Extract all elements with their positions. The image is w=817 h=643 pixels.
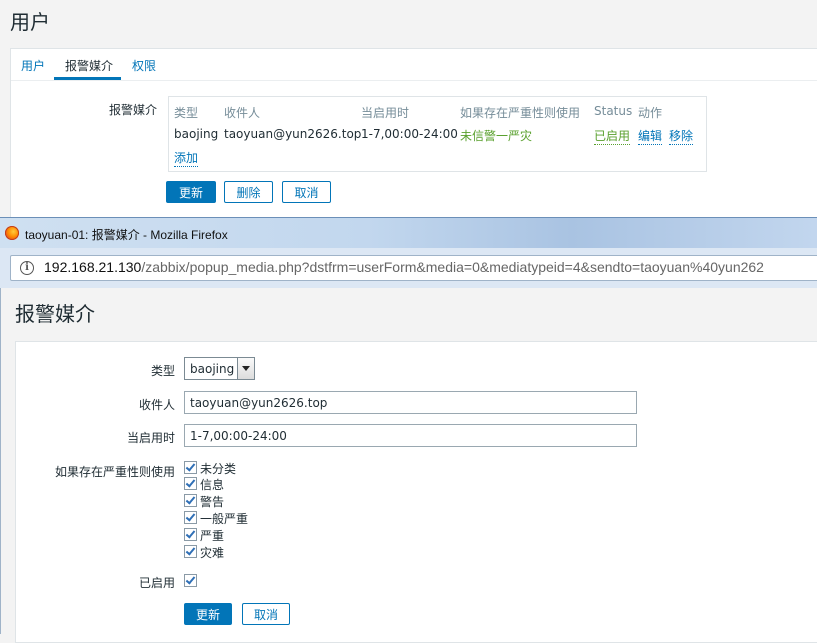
media-severity-cell: 未信警一严灾 bbox=[460, 129, 533, 143]
sendto-label: 收件人 bbox=[138, 398, 175, 412]
checkbox-checked-icon[interactable] bbox=[184, 477, 197, 490]
firefox-logo-icon bbox=[5, 226, 19, 240]
checkbox-checked-icon[interactable] bbox=[184, 528, 197, 541]
type-label: 类型 bbox=[150, 364, 175, 378]
tab-bar: 用户 报警媒介 权限 bbox=[11, 49, 817, 81]
tab-user[interactable]: 用户 bbox=[21, 57, 45, 74]
media-sendto-cell: taoyuan@yun2626.top bbox=[224, 127, 362, 141]
header-when-active: 当启用时 bbox=[361, 106, 410, 120]
url-host: 192.168.21.130 bbox=[44, 259, 142, 275]
enabled-label: 已启用 bbox=[138, 576, 175, 590]
active-tab-indicator bbox=[54, 77, 121, 80]
media-type-cell: baojing bbox=[174, 127, 219, 141]
address-field[interactable]: i 192.168.21.130/zabbix/popup_media.php?… bbox=[10, 255, 817, 281]
chevron-down-icon[interactable] bbox=[237, 358, 254, 379]
severity-label-average: 一般严重 bbox=[200, 512, 249, 526]
header-severity: 如果存在严重性则使用 bbox=[460, 106, 581, 120]
remove-link[interactable]: 移除 bbox=[669, 127, 694, 145]
firefox-popup-window: taoyuan-01: 报警媒介 - Mozilla Firefox i 192… bbox=[0, 217, 817, 643]
checkbox-checked-icon[interactable] bbox=[184, 461, 197, 474]
severity-label-information: 信息 bbox=[200, 478, 225, 492]
tab-permissions[interactable]: 权限 bbox=[132, 57, 156, 74]
severity-label-high: 严重 bbox=[200, 529, 225, 543]
popup-title: 报警媒介 bbox=[15, 302, 95, 326]
checkbox-checked-icon[interactable] bbox=[184, 545, 197, 558]
tab-media[interactable]: 报警媒介 bbox=[65, 57, 113, 74]
url-path: /zabbix/popup_media.php?dstfrm=userForm&… bbox=[141, 259, 764, 275]
update-button[interactable]: 更新 bbox=[166, 181, 216, 203]
type-select[interactable]: baojing bbox=[184, 357, 255, 380]
header-status: Status bbox=[594, 104, 633, 118]
popup-update-button[interactable]: 更新 bbox=[184, 603, 232, 625]
sendto-input[interactable]: taoyuan@yun2626.top bbox=[184, 391, 637, 414]
severity-label: 如果存在严重性则使用 bbox=[54, 465, 175, 479]
severity-label-not-classified: 未分类 bbox=[200, 462, 237, 476]
period-input[interactable]: 1-7,00:00-24:00 bbox=[184, 424, 637, 447]
cancel-button[interactable]: 取消 bbox=[282, 181, 331, 203]
checkbox-checked-icon[interactable] bbox=[184, 494, 197, 507]
checkbox-checked-icon[interactable] bbox=[184, 511, 197, 524]
delete-button[interactable]: 删除 bbox=[224, 181, 273, 203]
add-media-link[interactable]: 添加 bbox=[174, 149, 199, 167]
checkbox-checked-icon[interactable] bbox=[184, 574, 197, 587]
status-enabled-link[interactable]: 已启用 bbox=[594, 127, 631, 145]
popup-content: 报警媒介 类型 baojing 收件人 taoyuan@yun2626.top … bbox=[0, 288, 817, 643]
header-type: 类型 bbox=[174, 106, 199, 120]
url-text: 192.168.21.130/zabbix/popup_media.php?ds… bbox=[44, 259, 764, 275]
severity-label-disaster: 灾难 bbox=[200, 546, 225, 560]
period-label: 当启用时 bbox=[126, 431, 175, 445]
media-field-label: 报警媒介 bbox=[109, 103, 158, 117]
page-title: 用户 bbox=[10, 10, 50, 34]
header-sendto: 收件人 bbox=[224, 106, 261, 120]
window-titlebar[interactable]: taoyuan-01: 报警媒介 - Mozilla Firefox bbox=[0, 218, 817, 248]
edit-link[interactable]: 编辑 bbox=[638, 127, 663, 145]
popup-cancel-button[interactable]: 取消 bbox=[242, 603, 290, 625]
header-action: 动作 bbox=[638, 106, 663, 120]
info-icon[interactable]: i bbox=[20, 261, 34, 275]
media-period-cell: 1-7,00:00-24:00 bbox=[361, 127, 458, 141]
severity-label-warning: 警告 bbox=[200, 495, 225, 509]
url-bar: i 192.168.21.130/zabbix/popup_media.php?… bbox=[0, 248, 817, 288]
user-form-panel: 用户 报警媒介 权限 报警媒介 类型 收件人 当启用时 如果存在严重性则使用 S… bbox=[10, 48, 817, 220]
type-select-value: baojing bbox=[190, 362, 235, 376]
media-form-panel: 类型 baojing 收件人 taoyuan@yun2626.top 当启用时 … bbox=[15, 341, 817, 643]
media-table: 类型 收件人 当启用时 如果存在严重性则使用 Status 动作 baojing… bbox=[168, 96, 707, 172]
window-title: taoyuan-01: 报警媒介 - Mozilla Firefox bbox=[25, 228, 228, 242]
